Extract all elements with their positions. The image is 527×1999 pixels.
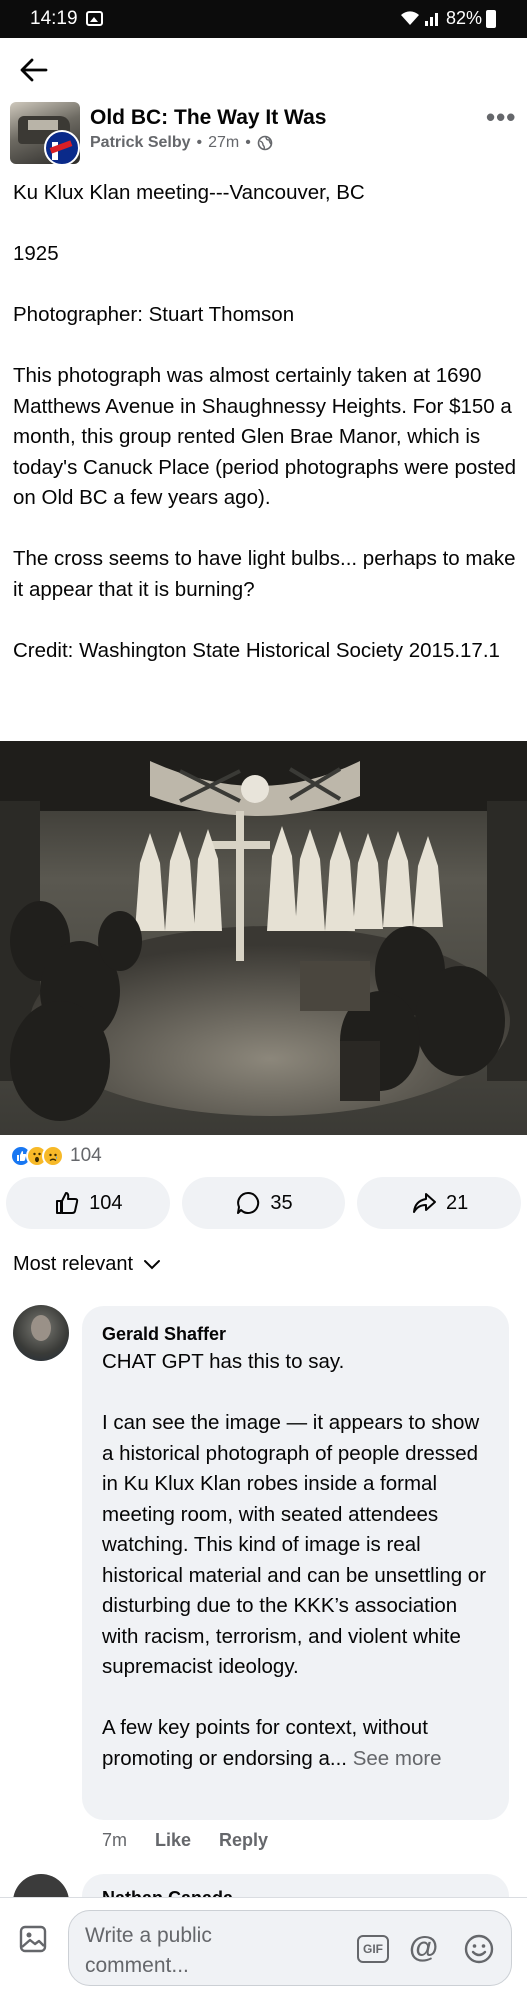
post-paragraph: This photograph was almost certainly tak… — [13, 364, 517, 509]
chevron-down-icon — [144, 1259, 161, 1269]
gif-button[interactable]: GIF — [357, 1935, 389, 1963]
comment-input-placeholder: Write a public comment... — [85, 1924, 212, 1977]
mention-button[interactable]: @ — [409, 1931, 438, 1965]
comment-bubble: Gerald Shaffer CHAT GPT has this to say.… — [82, 1306, 509, 1820]
comment-like-button[interactable]: Like — [155, 1830, 191, 1851]
comment-composer: Write a public comment... GIF @ — [0, 1897, 527, 1999]
share-button[interactable]: 21 — [357, 1177, 522, 1229]
comments-sort-dropdown[interactable]: Most relevant — [13, 1253, 161, 1276]
meta-separator: • — [245, 134, 251, 151]
comment-actions: 7m Like Reply — [102, 1830, 268, 1851]
post-time[interactable]: 27m — [208, 134, 239, 152]
comment-bubble-icon — [237, 1191, 260, 1214]
wifi-icon — [401, 11, 419, 25]
comment-paragraph: CHAT GPT has this to say. — [102, 1350, 345, 1373]
globe-icon — [257, 135, 273, 151]
status-bar: 14:19 82% — [0, 0, 527, 38]
signal-icon — [425, 13, 438, 26]
post-paragraph: The cross seems to have light bulbs... p… — [13, 547, 516, 601]
like-button[interactable]: 104 — [6, 1177, 170, 1229]
post-actions: 104 35 21 — [6, 1177, 522, 1229]
post-meta: Patrick Selby • 27m • — [90, 134, 273, 152]
comment-text: CHAT GPT has this to say. I can see the … — [102, 1347, 489, 1774]
top-bar — [0, 38, 527, 100]
back-arrow-icon[interactable] — [14, 50, 54, 90]
comment-count: 35 — [270, 1191, 293, 1214]
sort-label: Most relevant — [13, 1253, 134, 1275]
post-paragraph: 1925 — [13, 242, 59, 265]
reaction-count: 104 — [70, 1145, 102, 1166]
comment-reply-button[interactable]: Reply — [219, 1830, 268, 1851]
photo-attach-icon[interactable] — [18, 1924, 48, 1954]
post-paragraph: Ku Klux Klan meeting---Vancouver, BC — [13, 181, 365, 204]
share-count: 21 — [446, 1191, 469, 1214]
comment-button[interactable]: 35 — [181, 1177, 346, 1229]
post-paragraph: Credit: Washington State Historical Soci… — [13, 638, 500, 662]
comment-input[interactable]: Write a public comment... GIF @ — [68, 1910, 512, 1986]
like-count: 104 — [89, 1191, 123, 1214]
poster-avatar-flag[interactable] — [44, 130, 80, 166]
comment-paragraph: I can see the image — it appears to show… — [102, 1411, 487, 1678]
sad-reaction-icon — [42, 1145, 64, 1167]
historical-photo-illustration — [0, 741, 527, 1135]
post-paragraph: Photographer: Stuart Thomson — [13, 303, 295, 326]
post-header: Old BC: The Way It Was Patrick Selby • 2… — [0, 100, 527, 168]
share-arrow-icon — [413, 1193, 437, 1213]
battery-percent: 82% — [446, 8, 483, 28]
post-author[interactable]: Patrick Selby — [90, 134, 191, 152]
emoji-icon[interactable] — [463, 1933, 495, 1965]
comment-time: 7m — [102, 1830, 128, 1850]
status-time: 14:19 — [30, 8, 78, 29]
more-options-icon[interactable]: ••• — [486, 102, 516, 133]
group-name[interactable]: Old BC: The Way It Was — [90, 106, 326, 130]
gallery-notification-icon — [86, 11, 103, 26]
thumbs-up-icon — [56, 1192, 79, 1214]
meta-separator: • — [196, 134, 203, 151]
battery-icon — [486, 10, 496, 28]
commenter-name[interactable]: Gerald Shaffer — [102, 1324, 489, 1345]
commenter-avatar[interactable] — [13, 1305, 69, 1361]
see-more-link[interactable]: See more — [353, 1747, 442, 1770]
post-photo[interactable] — [0, 741, 527, 1135]
post-body: Ku Klux Klan meeting---Vancouver, BC 192… — [13, 178, 518, 697]
reactions-summary[interactable]: 104 — [10, 1142, 102, 1170]
comment-paragraph-truncated: A few key points for context, without pr… — [102, 1713, 489, 1774]
